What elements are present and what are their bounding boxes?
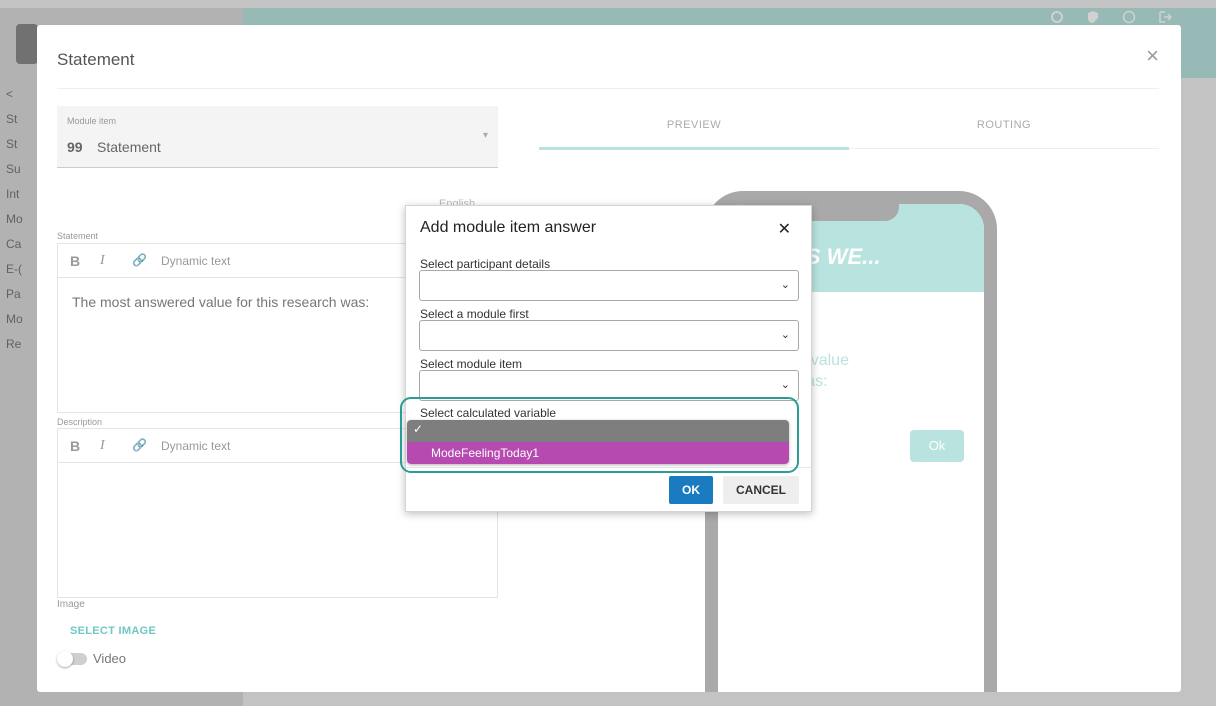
description-label: Description <box>57 417 103 427</box>
dropdown-option-blank[interactable]: ✓ <box>407 420 789 442</box>
select-image-button[interactable]: SELECT IMAGE <box>70 625 156 637</box>
link-icon[interactable]: 🔗 <box>132 253 147 267</box>
bold-button[interactable]: B <box>70 253 80 269</box>
module-label: Select a module first <box>420 307 529 321</box>
module-item-label: Select module item <box>420 357 523 371</box>
dynamic-text-button[interactable]: Dynamic text <box>161 254 230 268</box>
video-label: Video <box>93 651 127 666</box>
quote-icon: 99 <box>67 139 83 155</box>
link-icon[interactable]: 🔗 <box>132 438 147 452</box>
participant-select[interactable]: ⌄ <box>419 270 799 301</box>
italic-button[interactable]: I <box>100 253 105 269</box>
video-toggle[interactable] <box>57 650 87 667</box>
calculated-variable-dropdown[interactable]: ✓ ModeFeelingToday1 <box>407 420 789 464</box>
chevron-down-icon: ⌄ <box>780 279 790 291</box>
dialog-title: Add module item answer <box>420 219 597 236</box>
bold-button[interactable]: B <box>70 438 80 454</box>
tab-preview[interactable]: PREVIEW <box>539 119 849 131</box>
modal-title: Statement <box>57 50 135 69</box>
preview-routing-tabs: PREVIEW ROUTING <box>539 109 1159 150</box>
image-label: Image <box>57 599 85 610</box>
module-item-value: Statement <box>97 139 161 155</box>
tab-routing[interactable]: ROUTING <box>849 119 1159 131</box>
close-icon[interactable]: ✕ <box>778 219 791 239</box>
module-select[interactable]: ⌄ <box>419 320 799 351</box>
active-tab-indicator <box>539 147 849 150</box>
chevron-down-icon: ▾ <box>482 130 488 141</box>
dynamic-text-button[interactable]: Dynamic text <box>161 439 230 453</box>
module-item-select[interactable]: Module item 99 Statement ▾ <box>57 106 498 168</box>
participant-label: Select participant details <box>420 257 551 271</box>
phone-ok-button[interactable]: Ok <box>910 430 964 462</box>
video-toggle-row: Video <box>57 650 127 667</box>
cancel-button[interactable]: CANCEL <box>723 476 799 504</box>
chevron-down-icon: ⌄ <box>780 379 790 391</box>
statement-label: Statement <box>57 231 99 241</box>
italic-button[interactable]: I <box>100 438 105 454</box>
module-item-label: Module item <box>67 116 117 126</box>
close-icon[interactable]: × <box>1146 43 1159 69</box>
dropdown-option-modefeelingtoday1[interactable]: ModeFeelingToday1 <box>407 442 789 464</box>
divider <box>57 88 1159 89</box>
chevron-down-icon: ⌄ <box>780 329 790 341</box>
ok-button[interactable]: OK <box>669 476 713 504</box>
